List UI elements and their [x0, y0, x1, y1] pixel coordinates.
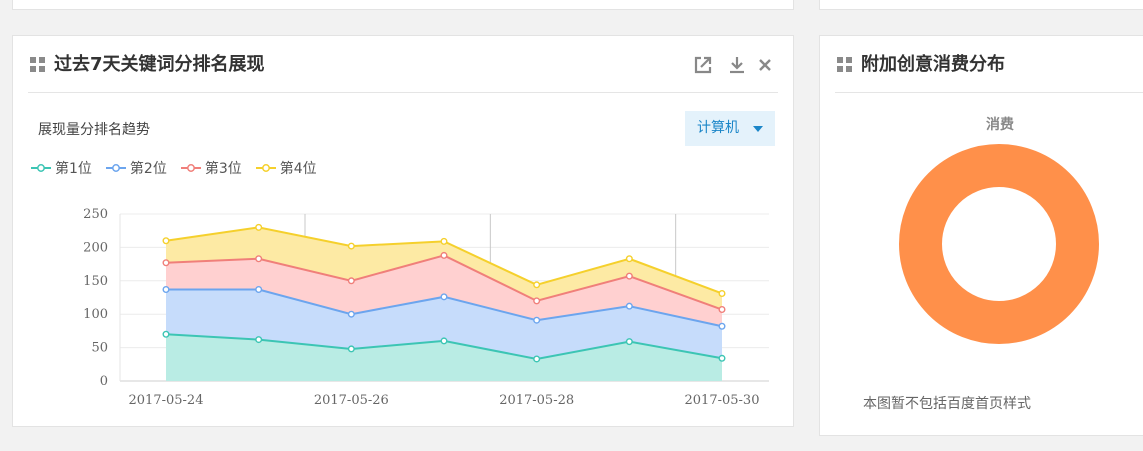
data-point[interactable]	[255, 336, 263, 344]
y-tick-label: 100	[83, 307, 108, 322]
data-point[interactable]	[347, 345, 355, 353]
data-point[interactable]	[347, 310, 355, 318]
data-point[interactable]	[625, 338, 633, 346]
y-tick-label: 50	[91, 341, 108, 356]
data-point[interactable]	[347, 277, 355, 285]
data-point[interactable]	[718, 354, 726, 362]
data-point[interactable]	[162, 285, 170, 293]
data-point[interactable]	[162, 237, 170, 245]
x-tick-label: 2017-05-30	[685, 393, 760, 408]
data-point[interactable]	[440, 237, 448, 245]
data-point[interactable]	[625, 255, 633, 263]
x-tick-label: 2017-05-26	[314, 393, 389, 408]
data-point[interactable]	[162, 259, 170, 267]
data-point[interactable]	[440, 337, 448, 345]
data-point[interactable]	[533, 297, 541, 305]
data-point[interactable]	[162, 330, 170, 338]
data-point[interactable]	[347, 242, 355, 250]
stacked-area-chart: 0 50 100 150 200 250 2017-05-24 2017-05-26 2017-…	[83, 207, 769, 408]
data-point[interactable]	[625, 272, 633, 280]
y-tick-label: 250	[83, 207, 108, 222]
creative-spend-card: 附加创意消费分布 消费 本图暂不包括百度首页样式	[819, 35, 1143, 436]
data-point[interactable]	[255, 223, 263, 231]
data-point[interactable]	[718, 322, 726, 330]
top-left-card-edge	[12, 0, 794, 10]
data-point[interactable]	[533, 316, 541, 324]
data-point[interactable]	[625, 302, 633, 310]
data-point[interactable]	[255, 285, 263, 293]
y-tick-label: 150	[83, 274, 108, 289]
top-right-card-edge	[819, 0, 1143, 10]
data-point[interactable]	[718, 289, 726, 297]
data-point[interactable]	[533, 281, 541, 289]
y-tick-label: 200	[83, 240, 108, 255]
data-point[interactable]	[718, 306, 726, 314]
data-point[interactable]	[440, 251, 448, 259]
x-tick-label: 2017-05-24	[129, 393, 204, 408]
donut-slice[interactable]	[899, 144, 1099, 344]
data-point[interactable]	[255, 255, 263, 263]
donut-chart	[899, 144, 1099, 344]
chart-footnote: 本图暂不包括百度首页样式	[863, 396, 1031, 412]
data-point[interactable]	[440, 293, 448, 301]
data-point[interactable]	[533, 355, 541, 363]
x-tick-label: 2017-05-28	[499, 393, 574, 408]
keyword-ranking-card: 过去7天关键词分排名展现 展现量分排名趋势 计算机 第1位 第2位 第3位 第4位	[12, 35, 794, 427]
y-tick-label: 0	[100, 374, 108, 389]
